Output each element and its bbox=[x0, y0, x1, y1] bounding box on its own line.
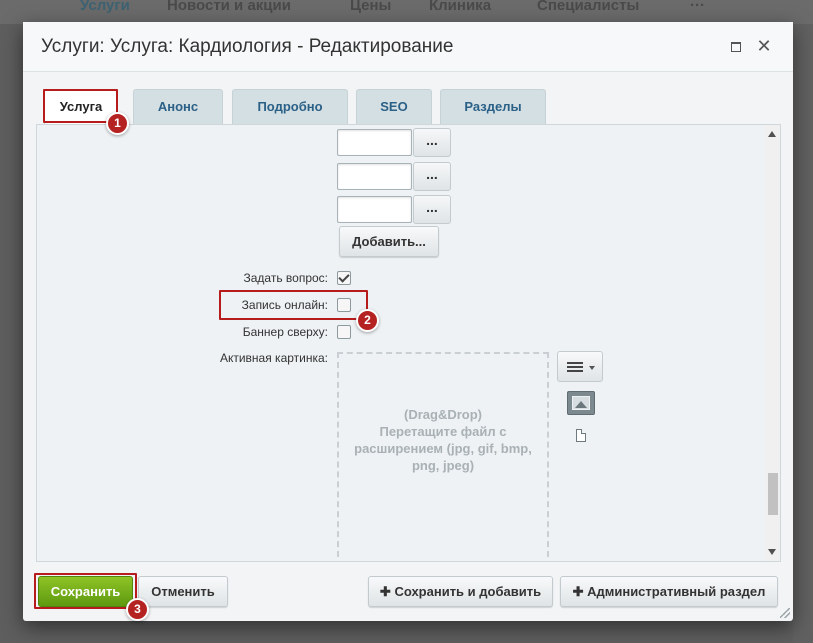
top-banner-label: Баннер сверху: bbox=[242, 325, 328, 339]
ask-question-checkbox[interactable] bbox=[337, 271, 351, 285]
image-icon[interactable] bbox=[567, 391, 595, 415]
tab-seo[interactable]: SEO bbox=[356, 89, 432, 124]
file-dropzone[interactable]: (Drag&Drop) Перетащите файл с расширение… bbox=[337, 352, 549, 561]
tab-announce[interactable]: Анонс bbox=[133, 89, 223, 124]
tab-seo-label: SEO bbox=[380, 99, 408, 114]
save-and-add-label: Сохранить и добавить bbox=[394, 584, 542, 599]
form-content: ... ... ... Добавить... Задать вопрос: З… bbox=[36, 124, 781, 562]
tab-sections-label: Разделы bbox=[464, 99, 522, 114]
annotation-badge-2: 2 bbox=[356, 309, 379, 332]
dialog-title: Услуги: Услуга: Кардиология - Редактиров… bbox=[41, 36, 454, 57]
tab-details[interactable]: Подробно bbox=[232, 89, 348, 124]
save-and-add-button[interactable]: ✚ Сохранить и добавить bbox=[368, 576, 553, 607]
menu-icon bbox=[567, 362, 583, 364]
image-icon-inner bbox=[572, 396, 590, 410]
dropzone-text: (Drag&Drop) Перетащите файл с расширение… bbox=[354, 407, 532, 473]
text-input-2[interactable] bbox=[337, 163, 412, 190]
edit-dialog: Услуги: Услуга: Кардиология - Редактиров… bbox=[23, 22, 793, 621]
plus-icon: ✚ bbox=[572, 584, 588, 599]
admin-section-label: Административный раздел bbox=[587, 584, 766, 599]
scroll-down-icon[interactable] bbox=[768, 549, 776, 555]
tab-sections[interactable]: Разделы bbox=[440, 89, 546, 124]
cancel-button[interactable]: Отменить bbox=[138, 576, 228, 607]
maximize-icon[interactable] bbox=[730, 41, 741, 52]
ask-question-label: Задать вопрос: bbox=[243, 271, 328, 285]
browse-button-3[interactable]: ... bbox=[413, 195, 451, 224]
resize-handle-icon[interactable] bbox=[780, 608, 790, 618]
background-site-nav: Услуги Новости и акции Цены Клиника Спец… bbox=[0, 0, 813, 24]
text-input-1[interactable] bbox=[337, 129, 412, 156]
bg-nav-news: Новости и акции bbox=[167, 0, 291, 14]
file-icon[interactable] bbox=[576, 429, 586, 442]
tab-announce-label: Анонс bbox=[157, 99, 199, 114]
top-banner-checkbox[interactable] bbox=[337, 325, 351, 339]
active-picture-label: Активная картинка: bbox=[219, 351, 328, 365]
plus-icon: ✚ bbox=[379, 584, 395, 599]
admin-section-button[interactable]: ✚ Административный раздел bbox=[560, 576, 778, 607]
scrollbar-thumb[interactable] bbox=[768, 473, 778, 515]
bg-nav-clinic: Клиника bbox=[429, 0, 492, 14]
tab-details-label: Подробно bbox=[257, 99, 323, 114]
bg-nav-prices: Цены bbox=[350, 0, 392, 14]
bg-nav-services: Услуги bbox=[80, 0, 130, 14]
bg-nav-more: ··· bbox=[690, 0, 705, 14]
bg-nav-specialists: Специалисты bbox=[537, 0, 640, 14]
add-button[interactable]: Добавить... bbox=[339, 226, 439, 257]
background-page-edge bbox=[793, 24, 813, 643]
image-menu-button[interactable] bbox=[557, 351, 603, 382]
online-booking-checkbox[interactable] bbox=[337, 298, 351, 312]
browse-button-1[interactable]: ... bbox=[413, 128, 451, 157]
tab-service-label: Услуга bbox=[59, 99, 103, 114]
text-input-3[interactable] bbox=[337, 196, 412, 223]
dialog-header: Услуги: Услуга: Кардиология - Редактиров… bbox=[23, 22, 793, 72]
chevron-down-icon bbox=[589, 366, 595, 370]
online-booking-label: Запись онлайн: bbox=[241, 298, 328, 312]
annotation-badge-3: 3 bbox=[126, 598, 149, 621]
close-icon[interactable]: ✕ bbox=[755, 36, 773, 56]
scroll-up-icon[interactable] bbox=[768, 131, 776, 137]
annotation-badge-1: 1 bbox=[106, 112, 129, 135]
vertical-scrollbar[interactable] bbox=[765, 125, 780, 561]
browse-button-2[interactable]: ... bbox=[413, 162, 451, 191]
save-button[interactable]: Сохранить bbox=[38, 576, 133, 607]
